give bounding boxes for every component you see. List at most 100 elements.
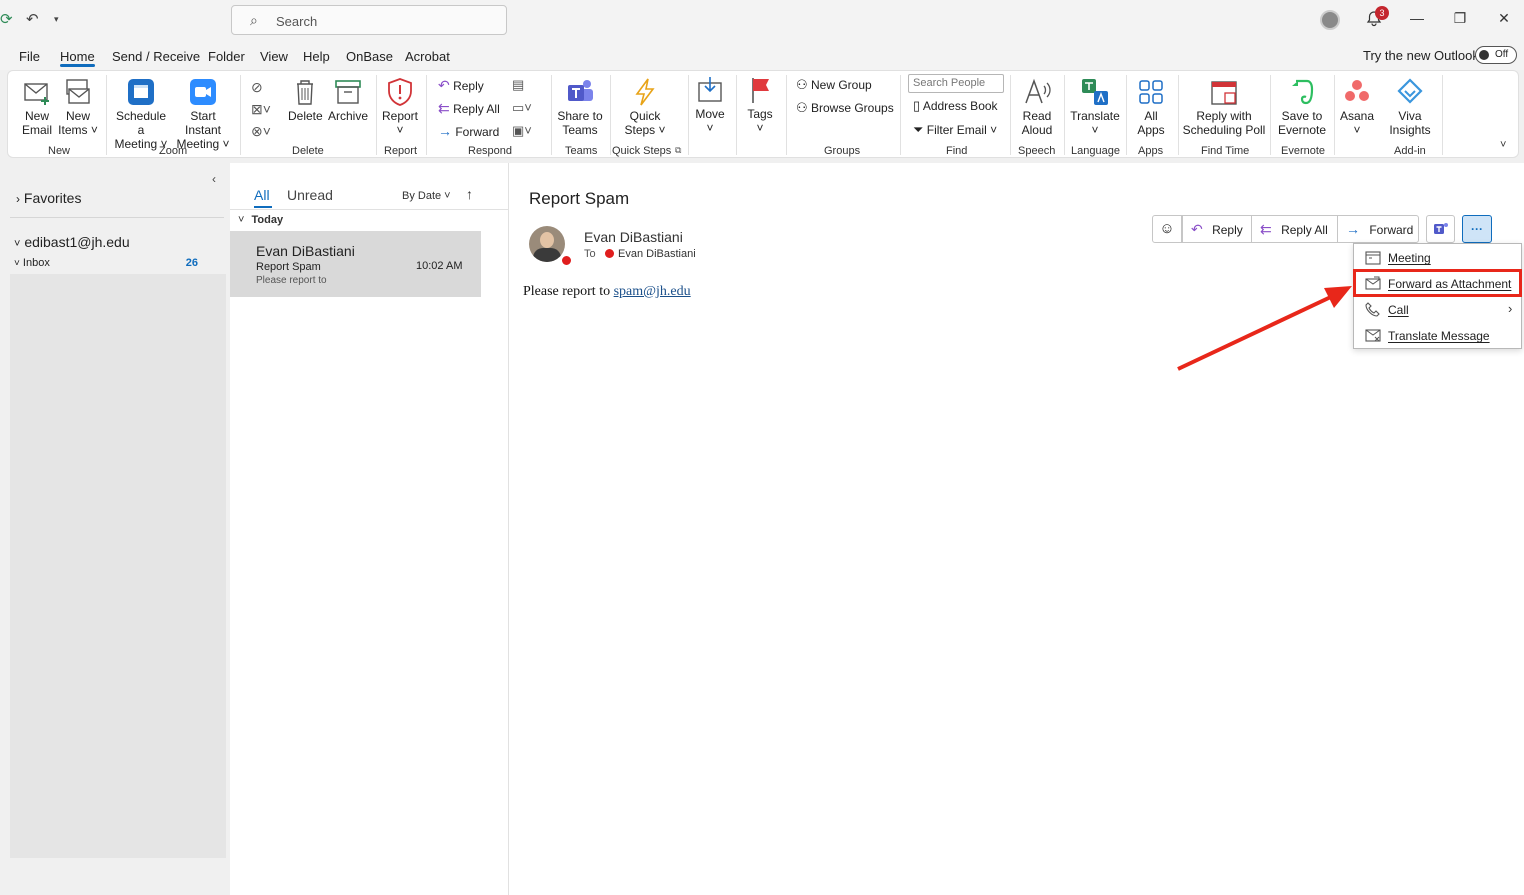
new-email-button[interactable]: New Email	[18, 77, 56, 137]
move-label-1: Move	[695, 107, 725, 121]
group-label-delete: Delete	[292, 145, 324, 157]
meeting-reply-icon[interactable]: ▤	[512, 77, 524, 93]
separator	[610, 75, 611, 155]
tab-home[interactable]: Home	[60, 49, 95, 64]
close-button[interactable]: ✕	[1494, 10, 1514, 27]
all-apps-button[interactable]: All Apps	[1132, 77, 1170, 137]
divider	[10, 217, 224, 218]
delete-button[interactable]: Delete	[288, 77, 323, 123]
user-avatar[interactable]	[1320, 10, 1340, 30]
sort-by-date-button[interactable]: By Date ˅	[402, 190, 451, 202]
report-button[interactable]: Report ˅	[380, 77, 420, 137]
spam-email-link[interactable]: spam@jh.edu	[614, 284, 691, 299]
teams-share-button[interactable]	[1426, 215, 1455, 243]
undo-icon[interactable]: ↶	[26, 10, 39, 28]
start-instant-meeting-button[interactable]: Start Instant Meeting ˅	[172, 77, 234, 151]
filter-email-label: Filter Email ˅	[926, 123, 998, 137]
tab-help[interactable]: Help	[303, 49, 330, 64]
ribbon-forward-label: Forward	[455, 125, 500, 139]
tab-onbase[interactable]: OnBase	[346, 49, 393, 64]
archive-button[interactable]: Archive	[326, 77, 370, 123]
address-book-button[interactable]: ▯ Address Book	[913, 98, 998, 114]
menu-item-call[interactable]: Call ›	[1354, 298, 1521, 322]
group-label-groups: Groups	[824, 145, 861, 157]
forward-icon: →	[438, 123, 452, 139]
trash-icon	[297, 80, 313, 105]
recipient-name[interactable]: Evan DiBastiani	[618, 248, 696, 260]
move-button[interactable]: Move ˅	[692, 75, 728, 135]
account-item[interactable]: ˅ edibast1@jh.edu	[14, 234, 130, 250]
favorites-label: Favorites	[23, 190, 82, 206]
recipient-presence-dot	[605, 249, 614, 258]
clean-up-icon[interactable]: ⊠˅	[251, 101, 271, 118]
inbox-label: Inbox	[22, 257, 50, 269]
sender-name[interactable]: Evan DiBastiani	[584, 229, 683, 245]
ribbon-reply-all-button[interactable]: ⇇ Reply All	[438, 100, 500, 117]
viva-label-1: Viva	[1398, 109, 1422, 123]
reply-all-button[interactable]: ⇇ Reply All	[1251, 215, 1338, 243]
new-email-icon	[24, 83, 49, 105]
viva-insights-button[interactable]: Viva Insights	[1388, 77, 1432, 137]
reply-all-icon: ⇇	[1260, 221, 1272, 237]
schedule-meeting-label-1: Schedule a	[115, 109, 167, 137]
more-actions-button[interactable]: ···	[1462, 215, 1492, 243]
tab-file[interactable]: File	[19, 49, 40, 64]
ribbon-reply-all-label: Reply All	[453, 102, 500, 116]
dialog-launcher-icon[interactable]: ⧉	[675, 145, 681, 156]
asana-button[interactable]: Asana ˅	[1338, 77, 1376, 137]
quick-steps-button[interactable]: Quick Steps ˅	[620, 77, 670, 137]
tags-button[interactable]: Tags ˅	[742, 75, 778, 135]
group-header-today[interactable]: ˅ Today	[238, 214, 283, 226]
filter-unread-tab[interactable]: Unread	[287, 187, 333, 203]
share-to-teams-button[interactable]: Share to Teams	[556, 77, 604, 137]
new-outlook-toggle[interactable]: Off	[1475, 46, 1517, 64]
presence-dot	[561, 255, 572, 266]
new-email-label-1: New	[24, 109, 49, 123]
read-aloud-button[interactable]: Read Aloud	[1016, 77, 1058, 137]
restore-button[interactable]: ❐	[1450, 10, 1470, 27]
tab-view[interactable]: View	[260, 49, 288, 64]
separator	[1178, 75, 1179, 155]
reply-button[interactable]: ↶ Reply	[1182, 215, 1252, 243]
filter-email-button[interactable]: ⏷ Filter Email ˅	[913, 122, 997, 138]
list-item[interactable]: Evan DiBastiani Report Spam 10:02 AM Ple…	[230, 231, 481, 297]
junk-icon[interactable]: ⊗˅	[251, 123, 271, 140]
translate-button[interactable]: Translate ˅	[1068, 77, 1122, 137]
filter-all-tab[interactable]: All	[254, 187, 270, 203]
favorites-item[interactable]: › Favorites	[16, 190, 81, 206]
emoji-react-button[interactable]: ☺	[1152, 215, 1182, 243]
new-items-button[interactable]: New Items ˅	[58, 77, 98, 137]
search-box[interactable]: ⌕ Search	[231, 5, 507, 35]
search-people-input[interactable]: Search People	[908, 74, 1004, 93]
sync-icon[interactable]: ⟳	[0, 10, 13, 28]
sidebar-item-inbox[interactable]: ˅ Inbox 26	[14, 257, 204, 269]
calendar-icon	[1365, 251, 1381, 265]
ignore-icon[interactable]: ⊘	[251, 79, 263, 96]
tab-folder[interactable]: Folder	[208, 49, 245, 64]
toggle-knob	[1479, 50, 1489, 60]
schedule-meeting-button[interactable]: Schedule a Meeting ˅	[112, 77, 170, 151]
new-group-button[interactable]: ⚇ New Group	[796, 77, 872, 93]
minimize-button[interactable]: —	[1407, 10, 1427, 26]
ribbon-reply-button[interactable]: ↶ Reply	[438, 77, 484, 94]
customize-toolbar-icon[interactable]: ▾	[54, 14, 59, 25]
tab-send-receive[interactable]: Send / Receive	[112, 49, 200, 64]
sort-direction-icon[interactable]: ↑	[466, 186, 473, 202]
menu-item-meeting[interactable]: Meeting	[1354, 246, 1521, 270]
reply-scheduling-poll-button[interactable]: Reply with Scheduling Poll	[1182, 77, 1266, 137]
to-label: To	[584, 248, 596, 260]
collapse-ribbon-icon[interactable]: ˅	[1500, 139, 1506, 151]
reply-icon: ↶	[438, 77, 450, 93]
separator	[900, 75, 901, 155]
tab-acrobat[interactable]: Acrobat	[405, 49, 450, 64]
separator	[551, 75, 552, 155]
ribbon-forward-button[interactable]: → Forward	[438, 123, 499, 139]
im-reply-icon[interactable]: ▭˅	[512, 100, 532, 116]
forward-button[interactable]: → Forward	[1337, 215, 1419, 243]
more-respond-icon[interactable]: ▣˅	[512, 123, 532, 139]
menu-item-translate-message[interactable]: Translate Message	[1354, 324, 1521, 348]
collapse-pane-icon[interactable]: ‹	[212, 172, 216, 186]
smiley-icon: ☺	[1159, 220, 1175, 237]
save-to-evernote-button[interactable]: Save to Evernote	[1274, 77, 1330, 137]
browse-groups-button[interactable]: ⚇ Browse Groups	[796, 100, 894, 116]
